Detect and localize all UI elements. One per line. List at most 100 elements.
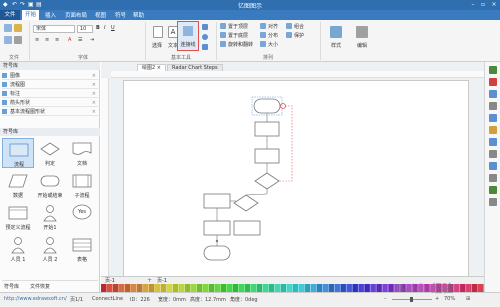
lock-icon[interactable]: [286, 32, 292, 38]
palette-swatch[interactable]: [160, 284, 167, 292]
palette-swatch[interactable]: [466, 284, 472, 292]
palette-swatch[interactable]: [148, 284, 155, 292]
ellipse-shape-icon[interactable]: [202, 34, 208, 40]
close-icon[interactable]: ×: [92, 99, 96, 107]
palette-swatch[interactable]: [244, 284, 251, 292]
send-back-icon[interactable]: [220, 32, 226, 38]
palette-swatch[interactable]: [364, 284, 370, 292]
shape-start-end[interactable]: 开始或结束: [34, 170, 66, 200]
status-url[interactable]: http://www.edrawsoft.cn/: [4, 296, 67, 302]
rotate-flip-label[interactable]: 旋转和翻转: [228, 41, 253, 48]
palette-swatch[interactable]: [208, 284, 215, 292]
palette-swatch[interactable]: [184, 284, 191, 292]
palette-swatch[interactable]: [460, 284, 466, 292]
doc-tab-active[interactable]: 绘图2 ×: [137, 64, 166, 71]
palette-swatch[interactable]: [286, 284, 293, 292]
shape-decision[interactable]: 判定: [34, 138, 66, 168]
palette-swatch[interactable]: [118, 284, 125, 292]
font-size-combo[interactable]: 10: [77, 25, 93, 33]
bold-icon[interactable]: B: [96, 25, 100, 31]
shadow-icon[interactable]: [489, 102, 497, 110]
palette-swatch[interactable]: [166, 284, 173, 292]
close-icon[interactable]: ×: [92, 90, 96, 98]
print-icon[interactable]: [14, 36, 22, 44]
shape-person-2[interactable]: 人员 2: [34, 234, 66, 264]
start-terminator[interactable]: [253, 98, 281, 114]
format-panel-icon[interactable]: [489, 66, 497, 74]
group-label[interactable]: 组合: [294, 23, 304, 30]
palette-swatch[interactable]: [226, 284, 233, 292]
menu-home[interactable]: 开始: [22, 10, 40, 20]
palette-swatch[interactable]: [274, 284, 281, 292]
process-box-4[interactable]: [203, 220, 231, 236]
edit-icon[interactable]: [356, 26, 368, 38]
send-back-label[interactable]: 置于底层: [228, 32, 248, 39]
palette-swatch[interactable]: [370, 284, 376, 292]
palette-swatch[interactable]: [322, 284, 328, 292]
page-setup-icon[interactable]: [489, 174, 497, 182]
end-terminator[interactable]: [203, 245, 231, 261]
palette-swatch[interactable]: [358, 284, 364, 292]
italic-icon[interactable]: I: [104, 25, 105, 31]
tab-library[interactable]: 符号库: [4, 283, 19, 290]
minimize-button[interactable]: –: [468, 1, 478, 8]
line-style-icon[interactable]: [489, 90, 497, 98]
close-button[interactable]: ×: [489, 1, 499, 8]
maximize-button[interactable]: ▫: [478, 1, 488, 8]
menu-file[interactable]: 文件: [0, 10, 20, 20]
palette-swatch[interactable]: [172, 284, 179, 292]
palette-swatch[interactable]: [196, 284, 203, 292]
zoom-in-icon[interactable]: +: [435, 296, 439, 302]
palette-swatch[interactable]: [328, 284, 334, 292]
palette-swatch[interactable]: [124, 284, 131, 292]
palette-swatch[interactable]: [382, 284, 388, 292]
palette-swatch[interactable]: [472, 284, 478, 292]
protect-label[interactable]: 保护: [294, 32, 304, 39]
image-icon[interactable]: [489, 126, 497, 134]
drawing-page[interactable]: [123, 80, 469, 307]
palette-swatch[interactable]: [178, 284, 185, 292]
shape-subprocess[interactable]: 子流程: [66, 170, 98, 200]
palette-swatch[interactable]: [310, 284, 317, 292]
palette-swatch[interactable]: [262, 284, 269, 292]
fill-icon[interactable]: [489, 78, 497, 86]
process-box-5[interactable]: [233, 220, 261, 236]
hyperlink-icon[interactable]: [489, 138, 497, 146]
rotate-icon[interactable]: [220, 41, 226, 47]
palette-swatch[interactable]: [250, 284, 257, 292]
connection-point-icon[interactable]: [280, 103, 286, 109]
shape-predefined-process[interactable]: 预定义流程: [2, 202, 34, 232]
theme-icon[interactable]: [489, 186, 497, 194]
layers-icon[interactable]: [489, 114, 497, 122]
palette-swatch[interactable]: [334, 284, 340, 292]
close-icon[interactable]: ×: [92, 72, 96, 80]
save-file-icon[interactable]: [4, 36, 12, 44]
font-color-icon[interactable]: A: [68, 37, 71, 43]
shape-start-1[interactable]: 开始1: [34, 202, 66, 232]
style-label[interactable]: 样式: [326, 42, 346, 49]
connector-line[interactable]: [245, 193, 268, 196]
comment-icon[interactable]: [489, 150, 497, 158]
bring-front-icon[interactable]: [220, 23, 226, 29]
shape-yes[interactable]: Yes: [66, 202, 98, 232]
palette-swatch[interactable]: [190, 284, 197, 292]
line-shape-icon[interactable]: [202, 44, 208, 50]
library-row-callout[interactable]: 标注 ×: [2, 90, 98, 98]
size-label[interactable]: 大小: [268, 41, 278, 48]
palette-swatch[interactable]: [130, 284, 137, 292]
palette-swatch[interactable]: [256, 284, 263, 292]
tab-file-recovery[interactable]: 文件恢复: [30, 283, 50, 290]
shape-table[interactable]: 表格: [66, 234, 98, 264]
palette-swatch[interactable]: [154, 284, 161, 292]
page-tab-current[interactable]: 页-1: [157, 277, 167, 284]
decision-diamond-2[interactable]: [233, 194, 259, 212]
close-icon[interactable]: ×: [92, 108, 96, 116]
palette-swatch[interactable]: [112, 284, 119, 292]
align-label[interactable]: 对齐: [268, 23, 278, 30]
align-center-icon[interactable]: ≡: [45, 37, 49, 43]
palette-swatch[interactable]: [268, 284, 275, 292]
palette-swatch[interactable]: [388, 284, 394, 292]
add-page-button[interactable]: +: [147, 277, 152, 284]
palette-swatch[interactable]: [202, 284, 209, 292]
library-row-flowchart[interactable]: 流程图 ×: [2, 81, 98, 89]
